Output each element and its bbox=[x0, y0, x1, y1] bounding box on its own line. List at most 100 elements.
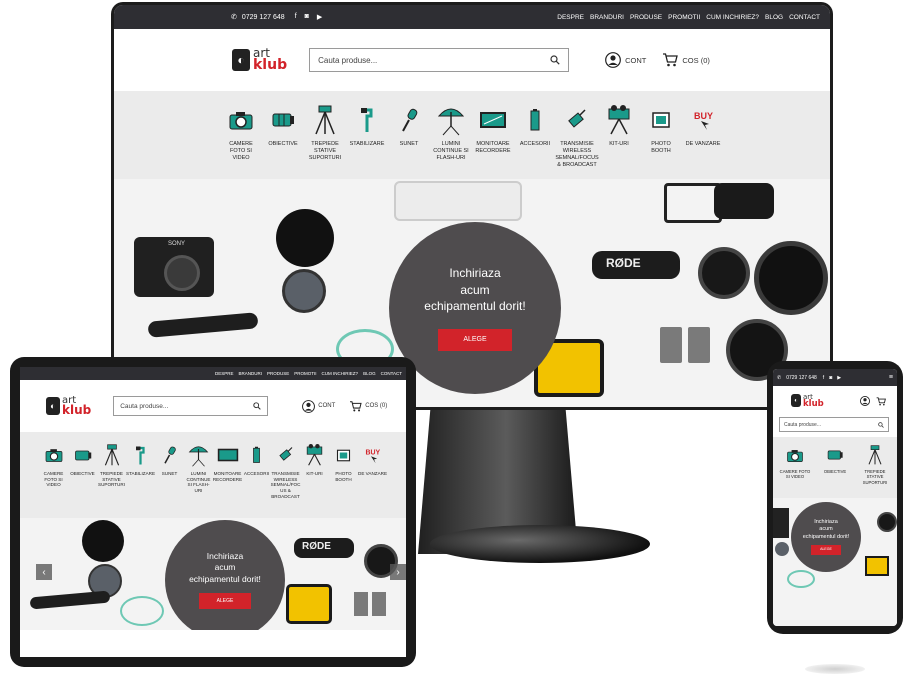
slider-next-button[interactable]: › bbox=[390, 564, 406, 580]
nav-cum-inchiriez[interactable]: CUM INCHIRIEZ? bbox=[322, 371, 359, 376]
category-lumini[interactable]: LUMINI CONTINUE SI FLASH-URI bbox=[184, 444, 213, 518]
nd-filter-image bbox=[82, 520, 124, 562]
search-icon[interactable] bbox=[550, 55, 560, 65]
user-icon bbox=[302, 399, 316, 413]
battery-icon bbox=[246, 444, 268, 466]
svg-text:BUY: BUY bbox=[366, 449, 381, 456]
cart-icon[interactable] bbox=[876, 396, 886, 406]
nav-despre[interactable]: DESPRE bbox=[557, 14, 584, 21]
tablet-screen: DESPRE BRANDURI PRODUSE PROMOTII CUM INC… bbox=[20, 367, 406, 657]
category-kituri[interactable]: KIT-URI bbox=[300, 444, 329, 518]
category-lumini[interactable]: LUMINI CONTINUE SI FLASH-URI bbox=[431, 105, 471, 179]
category-camere[interactable]: CAMERE FOTO SI VIDEO bbox=[778, 445, 812, 498]
category-sunet[interactable]: SUNET bbox=[389, 105, 429, 179]
nav-promotii[interactable]: PROMOTII bbox=[668, 14, 700, 21]
category-accesorii[interactable]: ACCESORII bbox=[515, 105, 555, 179]
nav-cum-inchiriez[interactable]: CUM INCHIRIEZ? bbox=[706, 14, 759, 21]
category-accesorii[interactable]: ACCESORII bbox=[242, 444, 271, 518]
nav-blog[interactable]: BLOG bbox=[363, 371, 376, 376]
category-stabilizare[interactable]: STABILIZARE bbox=[347, 105, 387, 179]
category-de-vanzare[interactable]: BUY DE VANZARE bbox=[358, 444, 387, 518]
battery-image bbox=[688, 327, 710, 363]
nav-despre[interactable]: DESPRE bbox=[215, 371, 234, 376]
mic-image bbox=[29, 590, 111, 610]
nav-blog[interactable]: BLOG bbox=[765, 14, 783, 21]
facebook-icon[interactable]: f bbox=[823, 375, 824, 381]
instagram-icon[interactable]: ◙ bbox=[829, 375, 832, 381]
microphone-icon bbox=[394, 105, 424, 135]
responsive-mockup: ✆ 0729 127 648 f ◙ ▶ DESPRE BRANDURI PRO… bbox=[0, 0, 910, 689]
account-link[interactable]: CONT bbox=[302, 399, 335, 413]
nav-contact[interactable]: CONTACT bbox=[789, 14, 820, 21]
phone-contact[interactable]: ✆ 0729 127 648 bbox=[231, 13, 285, 22]
chevron-left-icon: ‹ bbox=[42, 566, 46, 578]
search-icon[interactable] bbox=[253, 402, 261, 410]
search-placeholder: Cauta produse... bbox=[318, 55, 378, 65]
category-trepiede[interactable]: TREPIEDE STATIVE SUPORTURI bbox=[97, 444, 126, 518]
wireless-icon bbox=[275, 444, 297, 466]
mic-brand: RØDE bbox=[302, 541, 331, 552]
category-stabilizare[interactable]: STABILIZARE bbox=[126, 444, 155, 518]
nav-produse[interactable]: PRODUSE bbox=[630, 14, 662, 21]
category-bar: CAMERE FOTO SI VIDEO OBIECTIVE TREPIEDE … bbox=[114, 91, 830, 179]
telephoto-lens-image bbox=[394, 181, 522, 221]
category-transmisie[interactable]: TRANSMISIE WIRELESS SEMNAL/FOCUS & BROAD… bbox=[555, 105, 599, 179]
search-input[interactable]: Cauta produse... bbox=[779, 417, 889, 432]
nav-promotii[interactable]: PROMOTII bbox=[294, 371, 316, 376]
rode-mic-image: RØDE bbox=[592, 251, 680, 279]
alege-button[interactable]: ALEGE bbox=[811, 544, 841, 555]
category-monitoare[interactable]: MONITOARE RECORDERE bbox=[473, 105, 513, 179]
sony-camera-image: SONY bbox=[134, 237, 214, 297]
nav-produse[interactable]: PRODUSE bbox=[267, 371, 289, 376]
category-obiective[interactable]: OBIECTIVE bbox=[263, 105, 303, 179]
logo[interactable]: ◐ art klub bbox=[791, 393, 824, 409]
facebook-icon[interactable]: f bbox=[295, 13, 297, 21]
category-label: TREPIEDE STATIVE SUPORTURI bbox=[98, 471, 125, 488]
cable-image bbox=[120, 596, 164, 626]
phone-contact[interactable]: ✆ 0729 127 648 bbox=[777, 375, 817, 381]
battery-image bbox=[372, 592, 386, 616]
instagram-icon[interactable]: ◙ bbox=[305, 13, 309, 21]
hero-cta-circle: Inchiriaza acum echipamentul dorit! ALEG… bbox=[165, 520, 285, 630]
category-sunet[interactable]: SUNET bbox=[155, 444, 184, 518]
category-de-vanzare[interactable]: BUY DE VANZARE bbox=[683, 105, 723, 179]
category-label: CAMERE FOTO SI VIDEO bbox=[43, 471, 64, 488]
category-photo-booth[interactable]: PHOTO BOOTH bbox=[641, 105, 681, 179]
category-obiective[interactable]: OBIECTIVE bbox=[68, 444, 97, 518]
cart-link[interactable]: COS (0) bbox=[349, 400, 387, 412]
alege-button[interactable]: ALEGE bbox=[438, 329, 512, 352]
slider-prev-button[interactable]: ‹ bbox=[36, 564, 52, 580]
nav-branduri[interactable]: BRANDURI bbox=[239, 371, 263, 376]
buy-icon: BUY bbox=[688, 105, 718, 135]
category-label: OBIECTIVE bbox=[268, 141, 298, 147]
youtube-icon[interactable]: ▶ bbox=[837, 375, 841, 381]
category-obiective[interactable]: OBIECTIVE bbox=[818, 445, 852, 498]
hero-line2: acum bbox=[819, 526, 833, 533]
category-monitoare[interactable]: MONITOARE RECORDERE bbox=[213, 444, 242, 518]
category-bar: CAMERE FOTO SI VIDEO OBIECTIVE TREPIEDE … bbox=[20, 432, 406, 518]
logo[interactable]: ◐ art klub bbox=[232, 46, 287, 73]
category-photo-booth[interactable]: PHOTO BOOTH bbox=[329, 444, 358, 518]
search-input[interactable]: Cauta produse... bbox=[113, 396, 269, 416]
cart-link[interactable]: COS (0) bbox=[662, 53, 710, 67]
logo[interactable]: ◐ art klub bbox=[46, 395, 91, 417]
category-label: CAMERE FOTO SI VIDEO bbox=[229, 141, 253, 161]
category-camere[interactable]: CAMERE FOTO SI VIDEO bbox=[221, 105, 261, 179]
user-icon[interactable] bbox=[859, 396, 870, 406]
category-kituri[interactable]: KIT-URI bbox=[599, 105, 639, 179]
alege-button[interactable]: ALEGE bbox=[199, 593, 251, 610]
category-transmisie[interactable]: TRANSMISIE WIRELESS SEMNAL/FOC US & BROA… bbox=[271, 444, 300, 518]
account-link[interactable]: CONT bbox=[605, 52, 646, 68]
youtube-icon[interactable]: ▶ bbox=[317, 13, 322, 21]
category-trepiede[interactable]: TREPIEDE STATIVE SUPORTURI bbox=[858, 445, 892, 498]
category-camere[interactable]: CAMERE FOTO SI VIDEO bbox=[39, 444, 68, 518]
search-icon[interactable] bbox=[878, 421, 884, 428]
nav-contact[interactable]: CONTACT bbox=[381, 371, 402, 376]
nav-branduri[interactable]: BRANDURI bbox=[590, 14, 624, 21]
hamburger-menu-icon[interactable]: ≡ bbox=[889, 374, 893, 381]
camera-brand: SONY bbox=[168, 241, 186, 247]
cable-image bbox=[787, 570, 815, 588]
search-input[interactable]: Cauta produse... bbox=[309, 48, 570, 72]
mic-brand: RØDE bbox=[606, 256, 641, 270]
category-trepiede[interactable]: TREPIEDE STATIVE SUPORTURI bbox=[305, 105, 345, 179]
